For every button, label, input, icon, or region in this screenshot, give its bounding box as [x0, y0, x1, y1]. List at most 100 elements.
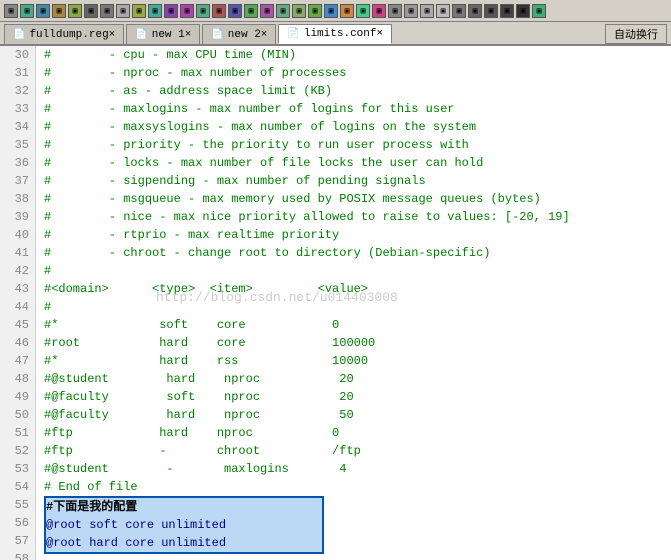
- line-number-32: 32: [6, 82, 29, 100]
- taskbar-icon-21[interactable]: ▣: [324, 4, 338, 18]
- code-line-37: # - sigpending - max number of pending s…: [44, 172, 663, 190]
- taskbar-icon-15[interactable]: ▣: [228, 4, 242, 18]
- tab-limits[interactable]: 📄 limits.conf×: [278, 24, 392, 44]
- taskbar-icon-17[interactable]: ▣: [260, 4, 274, 18]
- tab-icon-new1: 📄: [135, 29, 147, 41]
- line-number-51: 51: [6, 424, 29, 442]
- taskbar-icon-27[interactable]: ▣: [420, 4, 434, 18]
- tab-new2[interactable]: 📄 new 2×: [202, 24, 276, 44]
- code-line-49: #@student hard nproc 20: [44, 370, 663, 388]
- line-number-57: 57: [6, 532, 29, 550]
- taskbar-icon-18[interactable]: ▣: [276, 4, 290, 18]
- code-line-30: # - cpu - max CPU time (MIN): [44, 46, 663, 64]
- taskbar-icon-5[interactable]: ▣: [68, 4, 82, 18]
- taskbar-icon-31[interactable]: ▣: [484, 4, 498, 18]
- line-number-39: 39: [6, 208, 29, 226]
- tab-fulldump[interactable]: 📄 fulldump.reg×: [4, 24, 124, 44]
- code-line-39: # - nice - max nice priority allowed to …: [44, 208, 663, 226]
- taskbar-icon-20[interactable]: ▣: [308, 4, 322, 18]
- line-number-41: 41: [6, 244, 29, 262]
- taskbar-icon-29[interactable]: ▣: [452, 4, 466, 18]
- line-number-37: 37: [6, 172, 29, 190]
- line-number-30: 30: [6, 46, 29, 64]
- line-number-52: 52: [6, 442, 29, 460]
- line-number-33: 33: [6, 100, 29, 118]
- code-line-47: #root hard core 100000: [44, 334, 663, 352]
- line-number-53: 53: [6, 460, 29, 478]
- code-line-34: # - maxsyslogins - max number of logins …: [44, 118, 663, 136]
- taskbar-icon-34[interactable]: ▣: [532, 4, 546, 18]
- editor-content: 3031323334353637383940414243444546474849…: [0, 46, 671, 560]
- taskbar-icon-2[interactable]: ▣: [20, 4, 34, 18]
- taskbar-icon-28[interactable]: ▣: [436, 4, 450, 18]
- line-number-47: 47: [6, 352, 29, 370]
- code-line-40: # - rtprio - max realtime priority: [44, 226, 663, 244]
- line-number-34: 34: [6, 118, 29, 136]
- editor[interactable]: 3031323334353637383940414243444546474849…: [0, 46, 671, 560]
- line-number-56: 56: [6, 514, 29, 532]
- taskbar-icon-4[interactable]: ▣: [52, 4, 66, 18]
- tab-icon-limits: 📄: [287, 28, 299, 40]
- line-number-38: 38: [6, 190, 29, 208]
- taskbar-icon-6[interactable]: ▣: [84, 4, 98, 18]
- tab-icon-new2: 📄: [211, 29, 223, 41]
- taskbar: ▣ ▣ ▣ ▣ ▣ ▣ ▣ ▣ ▣ ▣ ▣ ▣ ▣ ▣ ▣ ▣ ▣ ▣ ▣ ▣ …: [0, 0, 671, 22]
- taskbar-icon-14[interactable]: ▣: [212, 4, 226, 18]
- taskbar-icon-8[interactable]: ▣: [116, 4, 130, 18]
- tab-label-new2: new 2×: [228, 29, 268, 41]
- autorun-button[interactable]: 自动换行: [605, 24, 667, 44]
- line-numbers: 3031323334353637383940414243444546474849…: [0, 46, 36, 560]
- code-line-46: #* soft core 0: [44, 316, 663, 334]
- code-line-59: @root soft core unlimited: [46, 516, 322, 534]
- taskbar-icon-9[interactable]: ▣: [132, 4, 146, 18]
- line-number-54: 54: [6, 478, 29, 496]
- taskbar-icon-3[interactable]: ▣: [36, 4, 50, 18]
- line-number-35: 35: [6, 136, 29, 154]
- code-line-56: # End of file: [44, 478, 663, 496]
- code-line-38: # - msgqueue - max memory used by POSIX …: [44, 190, 663, 208]
- taskbar-icon-22[interactable]: ▣: [340, 4, 354, 18]
- code-line-31: # - nproc - max number of processes: [44, 64, 663, 82]
- code-line-44: #: [44, 298, 663, 316]
- taskbar-icon-10[interactable]: ▣: [148, 4, 162, 18]
- line-number-44: 44: [6, 298, 29, 316]
- line-number-55: 55: [6, 496, 29, 514]
- taskbar-icon-24[interactable]: ▣: [372, 4, 386, 18]
- code-line-35: # - priority - the priority to run user …: [44, 136, 663, 154]
- code-line-33: # - maxlogins - max number of logins for…: [44, 100, 663, 118]
- line-number-42: 42: [6, 262, 29, 280]
- taskbar-icon-25[interactable]: ▣: [388, 4, 402, 18]
- tab-label-fulldump: fulldump.reg×: [29, 29, 115, 41]
- code-line-54: #@student - maxlogins 4: [44, 460, 663, 478]
- code-line-43: #<domain> <type> <item> <value>: [44, 280, 663, 298]
- taskbar-icon-16[interactable]: ▣: [244, 4, 258, 18]
- code-line-48: #* hard rss 10000: [44, 352, 663, 370]
- taskbar-icon-30[interactable]: ▣: [468, 4, 482, 18]
- code-line-50: #@faculty soft nproc 20: [44, 388, 663, 406]
- taskbar-icon-26[interactable]: ▣: [404, 4, 418, 18]
- taskbar-icon-19[interactable]: ▣: [292, 4, 306, 18]
- taskbar-icon-32[interactable]: ▣: [500, 4, 514, 18]
- line-number-31: 31: [6, 64, 29, 82]
- tab-new1[interactable]: 📄 new 1×: [126, 24, 200, 44]
- tab-label-new1: new 1×: [152, 29, 192, 41]
- taskbar-icon-13[interactable]: ▣: [196, 4, 210, 18]
- taskbar-icon-11[interactable]: ▣: [164, 4, 178, 18]
- code-line-36: # - locks - max number of file locks the…: [44, 154, 663, 172]
- line-number-46: 46: [6, 334, 29, 352]
- taskbar-icon-33[interactable]: ▣: [516, 4, 530, 18]
- tab-bar: 📄 fulldump.reg× 📄 new 1× 📄 new 2× 📄 limi…: [0, 22, 671, 46]
- line-number-45: 45: [6, 316, 29, 334]
- line-number-36: 36: [6, 154, 29, 172]
- code-line-51: #@faculty hard nproc 50: [44, 406, 663, 424]
- code-area[interactable]: http://blog.csdn.net/u014403008# - cpu -…: [36, 46, 671, 560]
- line-number-50: 50: [6, 406, 29, 424]
- code-line-42: #: [44, 262, 663, 280]
- code-line-58: #下面是我的配置: [46, 498, 322, 516]
- taskbar-icon-23[interactable]: ▣: [356, 4, 370, 18]
- code-line-60: @root hard core unlimited: [46, 534, 322, 552]
- taskbar-icon-1[interactable]: ▣: [4, 4, 18, 18]
- tab-label-limits: limits.conf×: [304, 28, 383, 40]
- taskbar-icon-12[interactable]: ▣: [180, 4, 194, 18]
- taskbar-icon-7[interactable]: ▣: [100, 4, 114, 18]
